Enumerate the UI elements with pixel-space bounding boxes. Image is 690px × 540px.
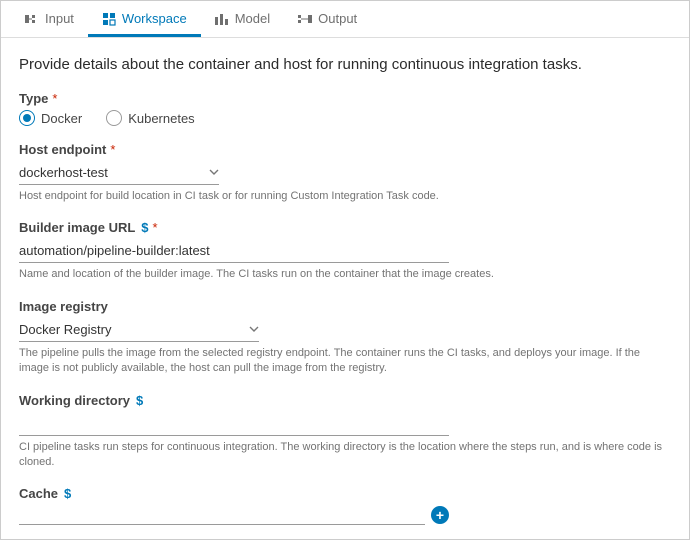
plus-icon: + <box>436 507 444 523</box>
radio-indicator <box>19 110 35 126</box>
builder-image-label: Builder image URL $ * <box>19 220 671 235</box>
variable-icon[interactable]: $ <box>64 486 71 501</box>
add-cache-button[interactable]: + <box>431 506 449 524</box>
tab-label: Input <box>45 11 74 26</box>
workspace-icon <box>102 12 116 26</box>
radio-kubernetes[interactable]: Kubernetes <box>106 110 195 126</box>
tab-workspace[interactable]: Workspace <box>88 1 201 37</box>
page-description: Provide details about the container and … <box>19 56 671 73</box>
working-directory-label: Working directory $ <box>19 393 671 408</box>
image-registry-section: Image registry Docker Registry The pipel… <box>19 299 671 377</box>
output-icon <box>298 12 312 26</box>
cache-label: Cache $ <box>19 486 671 501</box>
working-directory-input[interactable] <box>19 412 449 436</box>
builder-image-input[interactable] <box>19 239 449 263</box>
required-indicator: * <box>52 91 57 106</box>
tab-bar: Input Workspace Model Output <box>1 1 689 38</box>
radio-indicator <box>106 110 122 126</box>
type-label: Type * <box>19 91 671 106</box>
host-endpoint-help: Host endpoint for build location in CI t… <box>19 189 671 204</box>
working-directory-section: Working directory $ CI pipeline tasks ru… <box>19 393 671 471</box>
model-icon <box>215 12 229 26</box>
tab-label: Output <box>318 11 357 26</box>
required-indicator: * <box>153 220 158 235</box>
working-directory-help: CI pipeline tasks run steps for continuo… <box>19 440 671 471</box>
builder-image-section: Builder image URL $ * Name and location … <box>19 220 671 282</box>
host-endpoint-select[interactable]: dockerhost-test <box>19 161 219 185</box>
tab-input[interactable]: Input <box>11 1 88 37</box>
chevron-down-icon <box>249 324 259 335</box>
workspace-form: Provide details about the container and … <box>1 38 689 525</box>
tab-model[interactable]: Model <box>201 1 284 37</box>
tab-label: Model <box>235 11 270 26</box>
chevron-down-icon <box>209 167 219 178</box>
builder-image-help: Name and location of the builder image. … <box>19 267 671 282</box>
tab-output[interactable]: Output <box>284 1 371 37</box>
required-indicator: * <box>110 142 115 157</box>
input-icon <box>25 12 39 26</box>
variable-icon[interactable]: $ <box>141 220 148 235</box>
radio-docker[interactable]: Docker <box>19 110 82 126</box>
image-registry-help: The pipeline pulls the image from the se… <box>19 346 671 377</box>
cache-input[interactable] <box>19 505 425 525</box>
image-registry-select[interactable]: Docker Registry <box>19 318 259 342</box>
variable-icon[interactable]: $ <box>136 393 143 408</box>
image-registry-label: Image registry <box>19 299 671 314</box>
tab-label: Workspace <box>122 11 187 26</box>
type-group: Type * Docker Kubernetes <box>19 91 671 126</box>
cache-section: Cache $ + <box>19 486 671 525</box>
host-endpoint-section: Host endpoint * dockerhost-test Host end… <box>19 142 671 204</box>
host-endpoint-label: Host endpoint * <box>19 142 671 157</box>
